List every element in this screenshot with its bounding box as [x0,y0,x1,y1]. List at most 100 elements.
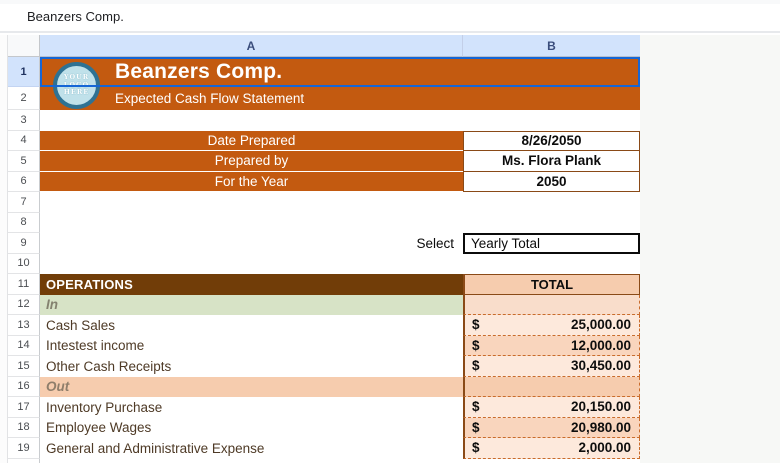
value-interest-income[interactable]: $ 12,000.00 [463,336,640,357]
prepared-by-label[interactable]: Prepared by [40,151,463,172]
currency-symbol: $ [472,358,480,373]
cell-b20[interactable] [463,459,640,463]
active-cell-content[interactable]: Beanzers Comp. [27,9,124,24]
operations-header[interactable]: OPERATIONS [40,274,463,295]
row-2: 2 Expected Cash Flow Statement [8,87,640,110]
top-strip [0,0,780,4]
row-1: 1 Beanzers Comp. [8,57,640,87]
currency-symbol: $ [472,399,480,414]
total-header[interactable]: TOTAL [463,274,640,295]
row-4: 4 Date Prepared 8/26/2050 [8,131,640,152]
cell-b7[interactable] [463,192,640,213]
period-dropdown[interactable]: Yearly Total [463,233,640,254]
item-other-cash-receipts[interactable]: Other Cash Receipts [40,356,463,377]
row-header-10[interactable]: 10 [8,254,40,275]
row-header-17[interactable]: 17 [8,397,40,418]
currency-symbol: $ [472,440,480,455]
row-header-11[interactable]: 11 [8,274,40,295]
row-header-18[interactable]: 18 [8,418,40,439]
value-other-cash-receipts[interactable]: $ 30,450.00 [463,356,640,377]
row-header-16[interactable]: 16 [8,377,40,398]
row-10: 10 [8,254,640,275]
row-8: 8 [8,213,640,234]
cell-a8[interactable] [40,213,463,234]
column-header-a[interactable]: A [40,35,463,57]
outside-grid-area [640,35,780,463]
row-18: 18 Employee Wages $ 20,980.00 [8,418,640,439]
row-header-20[interactable] [8,459,40,463]
item-employee-wages[interactable]: Employee Wages [40,418,463,439]
for-the-year-label[interactable]: For the Year [40,172,463,193]
date-prepared-value[interactable]: 8/26/2050 [463,131,640,152]
row-header-13[interactable]: 13 [8,315,40,336]
row-header-6[interactable]: 6 [8,172,40,193]
cell-subtitle[interactable]: Expected Cash Flow Statement [40,87,640,110]
value-cash-sales[interactable]: $ 25,000.00 [463,315,640,336]
row-header-14[interactable]: 14 [8,336,40,357]
item-inventory-purchase[interactable]: Inventory Purchase [40,397,463,418]
sheet-grid: 1 Beanzers Comp. 2 Expected Cash Flow St… [8,57,640,463]
section-in-label[interactable]: In [40,295,463,316]
cell-b16[interactable] [463,377,640,398]
column-header-b[interactable]: B [463,35,640,57]
cell-b10[interactable] [463,254,640,275]
currency-symbol: $ [472,317,480,332]
row-header-4[interactable]: 4 [8,131,40,152]
row-header-2[interactable]: 2 [8,87,40,110]
amount: 2,000.00 [578,440,631,455]
row-16: 16 Out [8,377,640,398]
row-header-8[interactable]: 8 [8,213,40,234]
item-general-admin-expense[interactable]: General and Administrative Expense [40,438,463,459]
row-12: 12 In [8,295,640,316]
row-header-5[interactable]: 5 [8,151,40,172]
row-15: 15 Other Cash Receipts $ 30,450.00 [8,356,640,377]
row-6: 6 For the Year 2050 [8,172,640,193]
item-cash-sales[interactable]: Cash Sales [40,315,463,336]
row-header-19[interactable]: 19 [8,438,40,459]
amount: 20,150.00 [571,399,631,414]
prepared-by-value[interactable]: Ms. Flora Plank [463,151,640,172]
row-7: 7 [8,192,640,213]
row-5: 5 Prepared by Ms. Flora Plank [8,151,640,172]
cell-b12[interactable] [463,295,640,316]
formula-bar[interactable]: Beanzers Comp. [0,0,780,33]
row-3: 3 [8,110,640,131]
cell-a20[interactable] [40,459,463,463]
currency-symbol: $ [472,420,480,435]
date-prepared-label[interactable]: Date Prepared [40,131,463,152]
cell-a10[interactable] [40,254,463,275]
select-all-corner[interactable] [8,35,40,57]
row-20-partial [8,459,640,463]
row-14: 14 Intestest income $ 12,000.00 [8,336,640,357]
section-out-label[interactable]: Out [40,377,463,398]
cell-a3[interactable] [40,110,463,131]
amount: 25,000.00 [571,317,631,332]
item-interest-income[interactable]: Intestest income [40,336,463,357]
currency-symbol: $ [472,338,480,353]
row-header-15[interactable]: 15 [8,356,40,377]
cell-b3[interactable] [463,110,640,131]
row-9: 9 Select Yearly Total [8,233,640,254]
company-logo: YOUR LOGO HERE [53,62,100,109]
row-header-1[interactable]: 1 [8,57,40,87]
row-13: 13 Cash Sales $ 25,000.00 [8,315,640,336]
value-employee-wages[interactable]: $ 20,980.00 [463,418,640,439]
cell-title[interactable]: Beanzers Comp. [40,57,640,87]
row-header-7[interactable]: 7 [8,192,40,213]
row-17: 17 Inventory Purchase $ 20,150.00 [8,397,640,418]
row-header-9[interactable]: 9 [8,233,40,254]
amount: 12,000.00 [571,338,631,353]
cell-b8[interactable] [463,213,640,234]
for-the-year-value[interactable]: 2050 [463,172,640,193]
row-header-3[interactable]: 3 [8,110,40,131]
row-header-12[interactable]: 12 [8,295,40,316]
cell-a7[interactable] [40,192,463,213]
value-general-admin-expense[interactable]: $ 2,000.00 [463,438,640,459]
row-11: 11 OPERATIONS TOTAL [8,274,640,295]
left-gutter [0,35,8,463]
value-inventory-purchase[interactable]: $ 20,150.00 [463,397,640,418]
row-19: 19 General and Administrative Expense $ … [8,438,640,459]
logo-line-3: HERE [64,89,89,97]
select-label: Select [40,233,463,254]
amount: 30,450.00 [571,358,631,373]
